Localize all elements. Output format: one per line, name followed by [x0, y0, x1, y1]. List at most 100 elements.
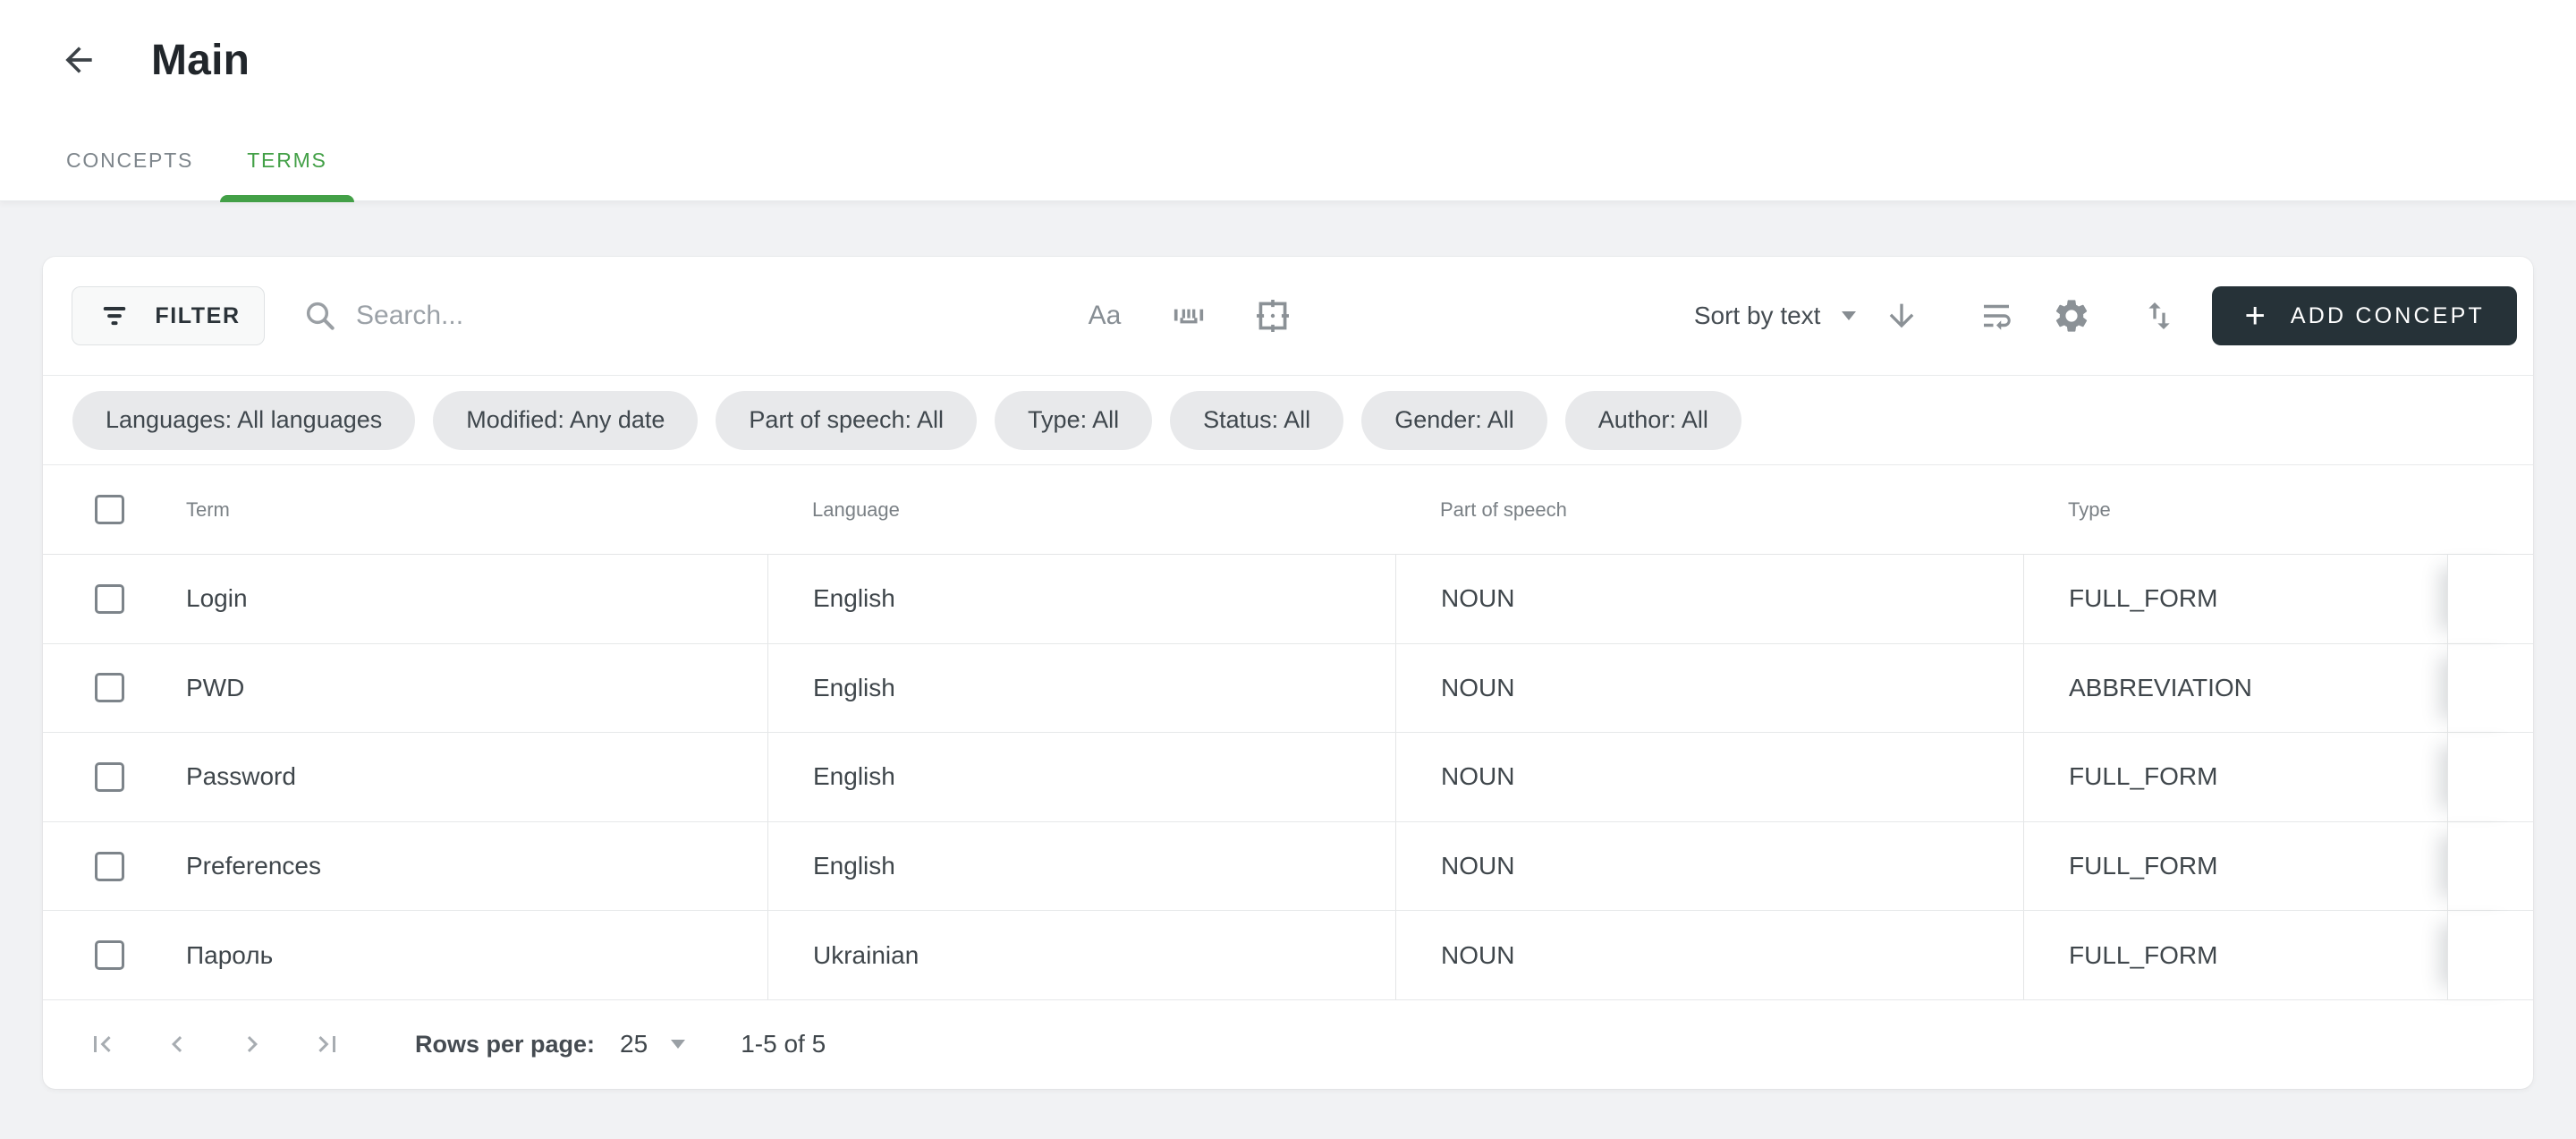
- filter-chip-label: Status: All: [1203, 406, 1310, 434]
- chevron-left-icon: [161, 1028, 193, 1060]
- whole-word-icon: [1169, 296, 1208, 336]
- wrap-text-icon: [1978, 297, 2015, 335]
- pinned-column-spacer: [2447, 733, 2533, 821]
- filter-chip[interactable]: Part of speech: All: [716, 391, 977, 450]
- pagination-range: 1-5 of 5: [741, 1030, 826, 1058]
- filter-chips-row: Languages: All languages Modified: Any d…: [43, 376, 2533, 465]
- term-value: Пароль: [186, 941, 273, 970]
- regex-frame-button[interactable]: [1252, 295, 1293, 336]
- part-of-speech-value: NOUN: [1395, 644, 2023, 733]
- row-checkbox[interactable]: [95, 584, 124, 614]
- language-value: English: [767, 644, 1395, 733]
- rows-per-page-caret-icon: [671, 1040, 685, 1049]
- pagination: Rows per page: 25 1-5 of 5: [43, 1000, 2533, 1089]
- filter-chip-label: Type: All: [1028, 406, 1119, 434]
- swap-order-button[interactable]: [2139, 295, 2180, 336]
- filter-chip[interactable]: Author: All: [1565, 391, 1741, 450]
- search-options: Aa: [1084, 295, 1293, 336]
- first-page-icon: [86, 1028, 118, 1060]
- previous-page-button[interactable]: [157, 1024, 197, 1064]
- add-concept-button[interactable]: + ADD CONCEPT: [2212, 286, 2517, 345]
- column-label-type: Type: [2023, 465, 2447, 554]
- tab-terms[interactable]: TERMS: [220, 120, 354, 201]
- part-of-speech-value: NOUN: [1395, 555, 2023, 643]
- terms-table: Term Language Part of speech Type Login …: [43, 465, 2533, 1000]
- cell-term: Preferences: [43, 822, 767, 911]
- select-all-checkbox[interactable]: [95, 495, 124, 524]
- table-row[interactable]: Login English NOUN FULL_FORM: [43, 555, 2533, 644]
- back-button[interactable]: [57, 38, 100, 81]
- filter-chip[interactable]: Modified: Any date: [433, 391, 698, 450]
- header-cell-term: Term: [43, 465, 767, 554]
- filter-button-label: FILTER: [155, 303, 240, 329]
- filter-chip-label: Languages: All languages: [106, 406, 382, 434]
- table-row[interactable]: PWD English NOUN ABBREVIATION: [43, 644, 2533, 734]
- column-label-part-of-speech: Part of speech: [1395, 465, 2023, 554]
- first-page-button[interactable]: [82, 1024, 122, 1064]
- sort-select-label: Sort by text: [1694, 302, 1821, 330]
- table-row[interactable]: Preferences English NOUN FULL_FORM: [43, 822, 2533, 912]
- regex-frame-icon: [1253, 296, 1292, 336]
- terms-panel: FILTER Aa: [43, 257, 2533, 1089]
- search-input[interactable]: [356, 301, 1018, 331]
- filter-chip-label: Part of speech: All: [749, 406, 944, 434]
- content-area: FILTER Aa: [0, 201, 2576, 1089]
- part-of-speech-value: NOUN: [1395, 911, 2023, 999]
- row-checkbox[interactable]: [95, 762, 124, 792]
- row-checkbox[interactable]: [95, 940, 124, 970]
- active-tab-indicator: [220, 195, 354, 202]
- rows-per-page-label: Rows per page:: [415, 1031, 595, 1058]
- wrap-text-button[interactable]: [1976, 295, 2017, 336]
- next-page-button[interactable]: [233, 1024, 272, 1064]
- table-row[interactable]: Пароль Ukrainian NOUN FULL_FORM: [43, 911, 2533, 1000]
- sort-direction-button[interactable]: [1881, 295, 1922, 336]
- cell-term: Login: [43, 555, 767, 643]
- last-page-icon: [311, 1028, 343, 1060]
- language-value: English: [767, 555, 1395, 643]
- filter-chip[interactable]: Gender: All: [1361, 391, 1547, 450]
- filter-button[interactable]: FILTER: [72, 286, 265, 345]
- filter-chip-label: Author: All: [1598, 406, 1708, 434]
- cell-term: Пароль: [43, 911, 767, 999]
- toolbar: FILTER Aa: [43, 257, 2533, 376]
- swap-vertical-icon: [2141, 298, 2177, 334]
- match-case-button[interactable]: Aa: [1084, 295, 1125, 336]
- sort-select[interactable]: Sort by text: [1694, 302, 1857, 330]
- column-label-term: Term: [186, 498, 230, 522]
- pinned-column-spacer: [2447, 822, 2533, 911]
- term-value: Preferences: [186, 852, 321, 880]
- row-checkbox[interactable]: [95, 852, 124, 881]
- title-row: Main: [0, 0, 2576, 120]
- language-value: English: [767, 733, 1395, 821]
- filter-chip[interactable]: Languages: All languages: [72, 391, 415, 450]
- tab-concepts-label: CONCEPTS: [66, 149, 193, 173]
- cell-term: Password: [43, 733, 767, 821]
- row-checkbox[interactable]: [95, 673, 124, 702]
- search-box[interactable]: [302, 298, 1043, 334]
- settings-button[interactable]: [2051, 295, 2092, 336]
- type-value: FULL_FORM: [2023, 733, 2447, 821]
- tab-bar: CONCEPTS TERMS: [39, 120, 2576, 201]
- arrow-down-icon: [1884, 298, 1919, 334]
- table-header-row: Term Language Part of speech Type: [43, 465, 2533, 555]
- column-label-language: Language: [767, 465, 1395, 554]
- table-body: Login English NOUN FULL_FORM PWD English…: [43, 555, 2533, 1000]
- type-value: FULL_FORM: [2023, 822, 2447, 911]
- part-of-speech-value: NOUN: [1395, 733, 2023, 821]
- rows-per-page-select[interactable]: 25: [620, 1030, 685, 1058]
- tab-concepts[interactable]: CONCEPTS: [39, 120, 220, 201]
- language-value: English: [767, 822, 1395, 911]
- plus-icon: +: [2244, 298, 2265, 334]
- match-case-icon: Aa: [1089, 301, 1122, 331]
- filter-chip[interactable]: Status: All: [1170, 391, 1343, 450]
- pinned-column-spacer: [2447, 555, 2533, 643]
- pinned-column-spacer: [2447, 911, 2533, 999]
- filter-chip[interactable]: Type: All: [995, 391, 1152, 450]
- search-icon: [302, 298, 338, 334]
- tab-terms-label: TERMS: [247, 149, 327, 173]
- type-value: ABBREVIATION: [2023, 644, 2447, 733]
- table-row[interactable]: Password English NOUN FULL_FORM: [43, 733, 2533, 822]
- last-page-button[interactable]: [308, 1024, 347, 1064]
- whole-word-button[interactable]: [1168, 295, 1209, 336]
- page-title: Main: [151, 36, 250, 85]
